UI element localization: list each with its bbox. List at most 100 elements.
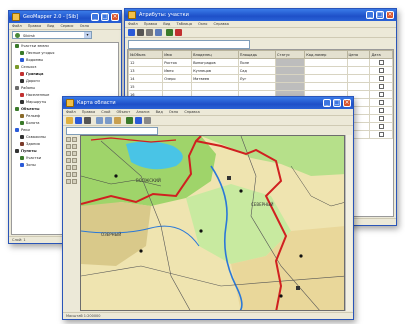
arrow-tool-icon[interactable]	[66, 137, 71, 142]
menu-item[interactable]: Вид	[47, 24, 54, 28]
close-icon[interactable]: ×	[111, 13, 119, 21]
column-header[interactable]: Цена	[346, 50, 371, 59]
layers-icon[interactable]	[126, 117, 133, 124]
map-canvas[interactable]: ВОЛЖСКИЙ СЕВЕРНЫЙ ОЗЕРНЫЙ	[80, 135, 345, 311]
settlement-point[interactable]	[114, 174, 118, 178]
menu-item[interactable]: Анализ	[136, 110, 149, 114]
menu-item[interactable]: Слой	[101, 110, 110, 114]
menu-item[interactable]: Справка	[214, 22, 229, 26]
tree-item[interactable]: Лесные угодья	[12, 50, 118, 57]
minimize-icon[interactable]: _	[91, 13, 99, 21]
table-cell[interactable]	[274, 66, 306, 75]
settlement-point[interactable]	[139, 249, 143, 253]
node-tool-icon[interactable]	[72, 165, 77, 170]
ruler-tool-icon[interactable]	[66, 172, 71, 177]
save-icon[interactable]	[128, 29, 135, 36]
project-selector[interactable]: Sibirsk ▾	[12, 31, 92, 39]
table-cell[interactable]	[369, 114, 393, 123]
eraser-tool-icon[interactable]	[66, 165, 71, 170]
open-icon[interactable]	[66, 117, 73, 124]
table-cell[interactable]: Ивня	[162, 66, 193, 75]
hand-tool-icon[interactable]	[72, 137, 77, 142]
map-window[interactable]: Карта области _ □ × Файл Правка Слой Объ…	[62, 96, 354, 320]
table-cell[interactable]	[369, 106, 393, 115]
menu-item[interactable]: Вид	[156, 110, 163, 114]
tree-item[interactable]: Дороги	[12, 78, 118, 85]
menu-item[interactable]: Справка	[184, 110, 199, 114]
table-cell[interactable]	[274, 74, 306, 83]
tree-item[interactable]: Районы	[12, 85, 118, 92]
map-svg[interactable]: ВОЛЖСКИЙ СЕВЕРНЫЙ ОЗЕРНЫЙ	[81, 136, 345, 311]
menu-item[interactable]: Окно	[80, 24, 89, 28]
save-icon[interactable]	[75, 117, 82, 124]
map-window-titlebar[interactable]: Карта области _ □ ×	[63, 97, 353, 109]
menu-item[interactable]: Сервис	[60, 24, 73, 28]
table-cell[interactable]	[304, 66, 348, 75]
table-cell[interactable]	[274, 82, 306, 91]
row-checkbox[interactable]	[378, 131, 384, 137]
menu-item[interactable]: Файл	[66, 110, 76, 114]
layer-combo[interactable]	[66, 127, 158, 135]
table-cell[interactable]	[369, 82, 393, 91]
table-cell[interactable]: Озеро	[162, 74, 193, 83]
menu-item[interactable]: Таблица	[176, 22, 191, 26]
menu-item[interactable]: Окно	[169, 110, 178, 114]
settlement-point[interactable]	[239, 189, 243, 193]
row-checkbox[interactable]	[378, 83, 384, 89]
menu-item[interactable]: Вид	[163, 22, 170, 26]
table-cell[interactable]	[369, 122, 393, 131]
cut-icon[interactable]	[146, 29, 153, 36]
select-tool-icon[interactable]	[72, 144, 77, 149]
menu-item[interactable]: Файл	[128, 22, 138, 26]
table-cell[interactable]: 14	[128, 74, 164, 83]
table-cell[interactable]	[346, 82, 371, 91]
city-marker[interactable]	[227, 176, 231, 180]
table-cell[interactable]	[346, 66, 371, 75]
table-row[interactable]: 13 Ивня Кузнецов Сад	[128, 66, 393, 75]
table-row[interactable]: 12 Росток Виноградов Поле	[128, 58, 393, 67]
column-header[interactable]: Площадь	[237, 50, 276, 59]
column-header[interactable]: Кад.номер	[304, 50, 348, 59]
table-cell[interactable]	[304, 82, 348, 91]
close-icon[interactable]: ×	[386, 11, 394, 19]
point-tool-icon[interactable]	[66, 158, 71, 163]
menu-item[interactable]: Правка	[144, 22, 157, 26]
zoom-out-icon[interactable]	[105, 117, 112, 124]
map-scrollbar[interactable]	[345, 135, 352, 311]
table-cell[interactable]	[369, 98, 393, 107]
column-header[interactable]: Имя	[162, 50, 193, 59]
maximize-icon[interactable]: □	[333, 99, 341, 107]
table-cell[interactable]	[304, 74, 348, 83]
tree-window-titlebar[interactable]: GeoMapper 2.0 - [Sib] _ □ ×	[9, 11, 121, 23]
menu-item[interactable]: Правка	[82, 110, 95, 114]
print-icon[interactable]	[137, 29, 144, 36]
row-checkbox[interactable]	[378, 67, 384, 73]
table-cell[interactable]	[162, 82, 193, 91]
city-marker[interactable]	[296, 286, 300, 290]
zoom-in-icon[interactable]	[96, 117, 103, 124]
table-window-titlebar[interactable]: Атрибуты: участки _ □ ×	[125, 9, 396, 21]
table-cell[interactable]	[369, 74, 393, 83]
zoom-tool-icon[interactable]	[66, 144, 71, 149]
tree-item[interactable]: Сельхоз	[12, 64, 118, 71]
table-cell[interactable]: 15	[128, 82, 164, 91]
measure-icon[interactable]	[144, 117, 151, 124]
buffer-tool-icon[interactable]	[72, 172, 77, 177]
link-tool-icon[interactable]	[72, 179, 77, 184]
table-cell[interactable]	[304, 58, 348, 67]
row-checkbox[interactable]	[378, 107, 384, 113]
label-tool-icon[interactable]	[66, 179, 71, 184]
table-cell[interactable]	[369, 58, 393, 67]
info-icon[interactable]	[135, 117, 142, 124]
row-checkbox[interactable]	[378, 75, 384, 81]
table-cell[interactable]: Поле	[237, 58, 276, 67]
column-header[interactable]: №Объек	[128, 50, 164, 59]
table-cell[interactable]	[274, 58, 306, 67]
row-checkbox[interactable]	[378, 59, 384, 65]
minimize-icon[interactable]: _	[366, 11, 374, 19]
row-checkbox[interactable]	[378, 123, 384, 129]
table-cell[interactable]: Сад	[237, 66, 276, 75]
table-cell[interactable]: 12	[128, 58, 164, 67]
maximize-icon[interactable]: □	[376, 11, 384, 19]
row-checkbox[interactable]	[378, 99, 384, 105]
